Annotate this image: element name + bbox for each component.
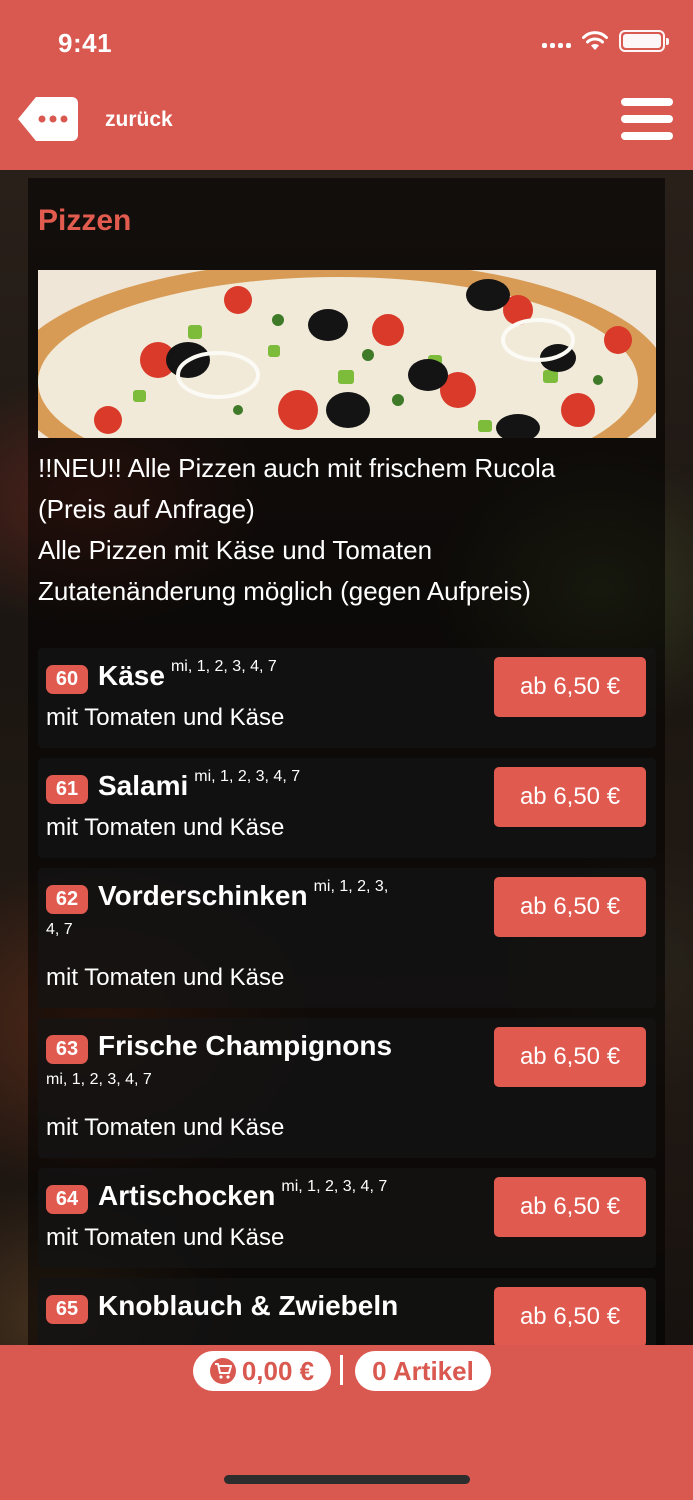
signal-icon: [542, 34, 571, 48]
item-number-badge: 61: [46, 775, 88, 804]
menu-panel: Pizzen !!NEU!! Alle Pizzen auch mit fris…: [28, 178, 665, 1345]
item-description: mit Tomaten und Käse: [46, 1224, 285, 1251]
menu-item[interactable]: 64 Artischocken mi, 1, 2, 3, 4, 7 mit Tom…: [38, 1168, 656, 1268]
item-name-text: Frische Champignons: [98, 1030, 393, 1061]
price-button[interactable]: ab 6,50 €: [494, 1027, 646, 1087]
item-name-text: Knoblauch & Zwiebeln: [98, 1290, 399, 1321]
item-name-text: Käse: [98, 660, 165, 691]
item-allergens: mi, 1, 2, 3, 4, 7: [46, 1071, 152, 1088]
item-allergens: mi, 1, 2, 3,: [313, 877, 389, 895]
item-number-badge: 62: [46, 885, 88, 914]
menu-item[interactable]: 65 Knoblauch & Zwiebeln ab 6,50 €: [38, 1278, 656, 1345]
item-description: mit Tomaten und Käse: [46, 704, 285, 731]
cart-item-count: 0 Artikel: [372, 1355, 474, 1386]
item-name: Salami mi, 1, 2, 3, 4, 7: [98, 767, 301, 802]
intro-line: Zutatenänderung möglich (gegen Aufpreis): [38, 576, 531, 606]
item-name: Frische Champignons: [98, 1030, 392, 1062]
price-button[interactable]: ab 6,50 €: [494, 657, 646, 717]
item-name-text: Salami: [98, 770, 189, 801]
back-tag-icon: [18, 97, 78, 141]
item-name: Knoblauch & Zwiebeln: [98, 1290, 398, 1322]
item-description: mit Tomaten und Käse: [46, 814, 285, 841]
hamburger-menu-icon[interactable]: [621, 98, 673, 140]
pizza-image: [38, 270, 656, 438]
section-title: Pizzen: [38, 204, 132, 237]
item-number-badge: 60: [46, 665, 88, 694]
price-button[interactable]: ab 6,50 €: [494, 1177, 646, 1237]
menu-item[interactable]: 62 Vorderschinken mi, 1, 2, 3, 4, 7 mit T…: [38, 868, 656, 1008]
item-name: Artischocken mi, 1, 2, 3, 4, 7: [98, 1177, 388, 1212]
status-time: 9:41: [58, 28, 113, 58]
price-button[interactable]: ab 6,50 €: [494, 767, 646, 827]
item-allergens: mi, 1, 2, 3, 4, 7: [194, 767, 301, 785]
back-button[interactable]: [18, 97, 78, 141]
battery-icon: [619, 30, 669, 52]
back-label[interactable]: zurück: [105, 108, 173, 132]
intro-line: !!NEU!! Alle Pizzen auch mit frischem Ru…: [38, 453, 556, 483]
menu-item[interactable]: 60 Käse mi, 1, 2, 3, 4, 7 mit Tomaten und…: [38, 648, 656, 748]
wifi-icon: [582, 31, 608, 50]
item-name-text: Vorderschinken: [98, 880, 308, 911]
footer-divider: [340, 1355, 343, 1385]
item-allergens: mi, 1, 2, 3, 4, 7: [281, 1177, 388, 1195]
item-allergens-continued: 4, 7: [46, 921, 73, 938]
price-button[interactable]: ab 6,50 €: [494, 877, 646, 937]
section-intro: !!NEU!! Alle Pizzen auch mit frischem Ru…: [38, 448, 658, 612]
item-allergens: mi, 1, 2, 3, 4, 7: [170, 657, 277, 675]
cart-total: 0,00 €: [241, 1355, 315, 1386]
app-header: 9:41 zurück: [0, 0, 693, 170]
item-name: Vorderschinken mi, 1, 2, 3,: [98, 877, 389, 912]
cart-total-button[interactable]: 0,00 €: [193, 1351, 331, 1391]
intro-line: Alle Pizzen mit Käse und Tomaten: [38, 535, 433, 565]
price-button[interactable]: ab 6,50 €: [494, 1287, 646, 1345]
item-name-text: Artischocken: [98, 1180, 276, 1211]
item-name: Käse mi, 1, 2, 3, 4, 7: [98, 657, 277, 692]
home-indicator: [224, 1475, 470, 1484]
item-number-badge: 64: [46, 1185, 88, 1214]
cart-count-button[interactable]: 0 Artikel: [355, 1351, 491, 1391]
menu-item[interactable]: 63 Frische Champignons mi, 1, 2, 3, 4, 7…: [38, 1018, 656, 1158]
item-number-badge: 63: [46, 1035, 88, 1064]
cart-icon: [209, 1358, 236, 1384]
item-description: mit Tomaten und Käse: [46, 964, 285, 991]
item-description: mit Tomaten und Käse: [46, 1114, 285, 1141]
status-icons: [542, 30, 669, 52]
item-number-badge: 65: [46, 1295, 88, 1324]
intro-line: (Preis auf Anfrage): [38, 494, 255, 524]
menu-item[interactable]: 61 Salami mi, 1, 2, 3, 4, 7 mit Tomaten u…: [38, 758, 656, 858]
